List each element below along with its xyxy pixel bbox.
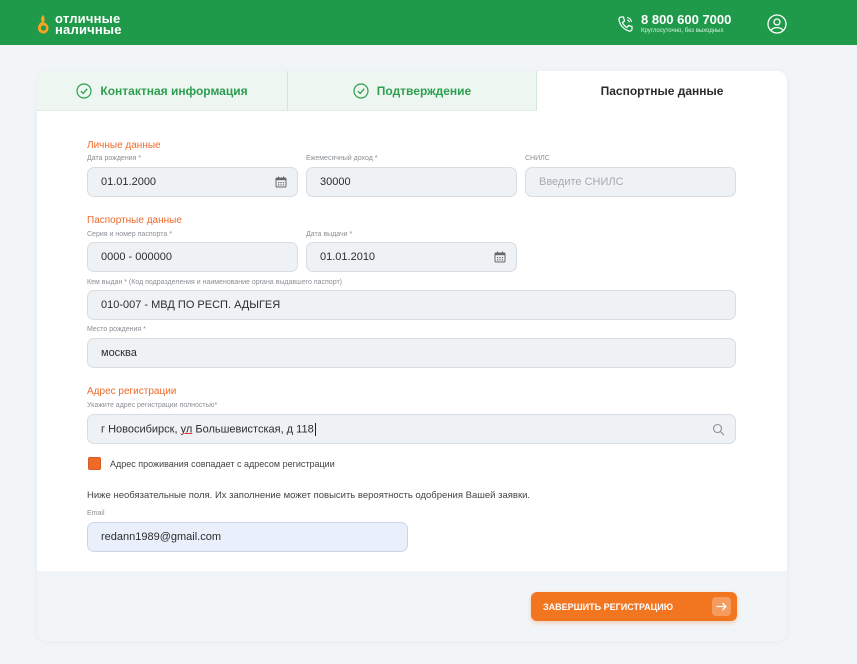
address-value: г Новосибирск, ул Большевистская, д 118 xyxy=(101,422,316,436)
check-circle-icon xyxy=(353,82,369,99)
email-value: redann1989@gmail.com xyxy=(101,531,222,543)
birth-date-value: 01.01.2000 xyxy=(101,176,157,188)
passport-series-field[interactable]: 0000 - 000000 xyxy=(87,242,298,272)
phone-icon xyxy=(618,16,633,32)
user-icon[interactable] xyxy=(767,14,787,34)
issue-date-label: Дата выдачи * xyxy=(306,231,353,238)
issuer-label: Кем выдан * (Код подразделения и наимено… xyxy=(87,279,342,286)
section-title-personal: Личные данные xyxy=(87,140,161,151)
logo-icon xyxy=(38,15,49,34)
passport-series-label: Серия и номер паспорта * xyxy=(87,231,172,238)
birth-date-field[interactable]: 01.01.2000 xyxy=(87,167,298,197)
email-field[interactable]: redann1989@gmail.com xyxy=(87,522,408,552)
snils-field[interactable]: Введите СНИЛС xyxy=(525,167,736,197)
income-value: 30000 xyxy=(320,176,351,188)
logo[interactable]: отличные наличные xyxy=(36,12,122,37)
phone-block[interactable]: 8 800 600 7000 Круглосуточно, без выходн… xyxy=(617,13,731,35)
optional-fields-note: Ниже необязательные поля. Их заполнение … xyxy=(87,490,531,501)
phone-number[interactable]: 8 800 600 7000 xyxy=(641,13,731,27)
email-label: Email xyxy=(87,510,105,517)
tab-confirmation[interactable]: Подтверждение xyxy=(288,71,537,111)
birthplace-value: москва xyxy=(101,347,137,359)
snils-label: СНИЛС xyxy=(525,155,550,162)
tab-passport-data[interactable]: Паспортные данные xyxy=(537,71,787,111)
search-icon[interactable] xyxy=(712,423,725,436)
finish-registration-label: ЗАВЕРШИТЬ РЕГИСТРАЦИЮ xyxy=(543,601,674,612)
issue-date-value: 01.01.2010 xyxy=(320,251,376,263)
check-circle-icon xyxy=(76,82,92,99)
passport-series-value: 0000 - 000000 xyxy=(101,251,172,263)
birthplace-field[interactable]: москва xyxy=(87,338,736,368)
calendar-icon[interactable] xyxy=(275,176,287,188)
income-field[interactable]: 30000 xyxy=(306,167,517,197)
text-caret xyxy=(314,422,316,436)
arrow-right-icon xyxy=(712,597,731,616)
tab-label: Паспортные данные xyxy=(600,84,724,98)
finish-registration-button[interactable]: ЗАВЕРШИТЬ РЕГИСТРАЦИЮ xyxy=(531,592,737,621)
section-title-registration: Адрес регистрации xyxy=(87,386,177,397)
birth-date-label: Дата рождения * xyxy=(87,155,142,162)
card-footer: ЗАВЕРШИТЬ РЕГИСТРАЦИЮ xyxy=(37,571,787,641)
address-label: Укажите адрес регистрации полностью* xyxy=(87,402,218,409)
calendar-icon[interactable] xyxy=(494,251,506,263)
registration-card: Контактная информация Подтверждение Пасп… xyxy=(37,71,787,641)
same-address-label: Адрес проживания совпадает с адресом рег… xyxy=(110,459,335,469)
tab-label: Подтверждение xyxy=(376,83,472,98)
snils-placeholder: Введите СНИЛС xyxy=(539,176,624,188)
issuer-value: 010-007 - МВД ПО РЕСП. АДЫГЕЯ xyxy=(101,299,281,311)
same-address-checkbox[interactable] xyxy=(88,457,101,470)
issuer-field[interactable]: 010-007 - МВД ПО РЕСП. АДЫГЕЯ xyxy=(87,290,736,320)
tab-contact-info[interactable]: Контактная информация xyxy=(37,71,288,111)
address-input[interactable]: г Новосибирск, ул Большевистская, д 118 xyxy=(87,414,736,444)
logo-line2: наличные xyxy=(55,22,122,37)
step-tabs: Контактная информация Подтверждение Пасп… xyxy=(37,71,787,111)
issue-date-field[interactable]: 01.01.2010 xyxy=(306,242,517,272)
section-title-passport: Паспортные данные xyxy=(87,215,182,226)
tab-label: Контактная информация xyxy=(100,83,248,98)
top-bar: отличные наличные 8 800 600 7000 Круглос… xyxy=(0,0,857,45)
phone-hours: Круглосуточно, без выходных xyxy=(641,28,724,34)
birthplace-label: Место рождения * xyxy=(87,326,146,333)
income-label: Ежемесячный доход * xyxy=(306,155,378,162)
